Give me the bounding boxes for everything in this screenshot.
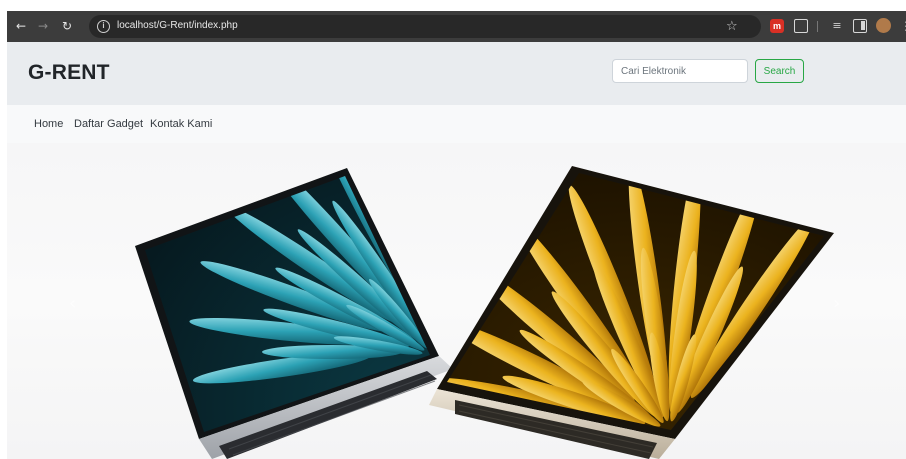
side-panel-icon[interactable] — [853, 19, 867, 33]
nav-item-kontak-kami[interactable]: Kontak Kami — [150, 118, 212, 130]
arrow-right-icon[interactable]: → — [36, 19, 50, 33]
nav-item-home[interactable]: Home — [34, 118, 63, 130]
brand-logo[interactable]: G-RENT — [28, 61, 110, 85]
toolbar-divider — [817, 21, 818, 32]
address-bar[interactable]: i localhost/G-Rent/index.php ☆ — [89, 15, 761, 38]
screenshot-root: ← → ↻ i localhost/G-Rent/index.php ☆ m ≡… — [0, 0, 906, 459]
bookmark-star-icon[interactable]: ☆ — [726, 19, 738, 34]
site-info-icon[interactable]: i — [97, 20, 110, 33]
arrow-left-icon[interactable]: ← — [14, 19, 28, 33]
carousel-next-icon[interactable]: › — [833, 293, 840, 314]
extensions-puzzle-icon[interactable] — [794, 19, 808, 33]
nav-item-daftar-gadget[interactable]: Daftar Gadget — [74, 118, 143, 130]
search-input[interactable] — [612, 59, 748, 83]
search-button[interactable]: Search — [755, 59, 804, 83]
browser-toolbar: ← → ↻ i localhost/G-Rent/index.php ☆ m ≡… — [7, 11, 906, 42]
reading-list-icon[interactable]: ≡ — [830, 19, 844, 33]
extension-icon[interactable]: m — [770, 19, 784, 33]
profile-avatar[interactable] — [876, 18, 891, 33]
reload-icon[interactable]: ↻ — [60, 19, 74, 33]
browser-menu-icon[interactable]: ⋮ — [900, 19, 906, 33]
hero-carousel: ‹ › — [7, 143, 906, 459]
hero-image — [135, 166, 834, 459]
web-page: G-RENT Search Home Daftar Gadget Kontak … — [7, 42, 906, 459]
carousel-prev-icon[interactable]: ‹ — [69, 293, 76, 314]
main-nav: Home Daftar Gadget Kontak Kami — [7, 105, 906, 143]
url-text[interactable]: localhost/G-Rent/index.php — [117, 20, 238, 31]
site-header: G-RENT Search — [7, 42, 906, 105]
